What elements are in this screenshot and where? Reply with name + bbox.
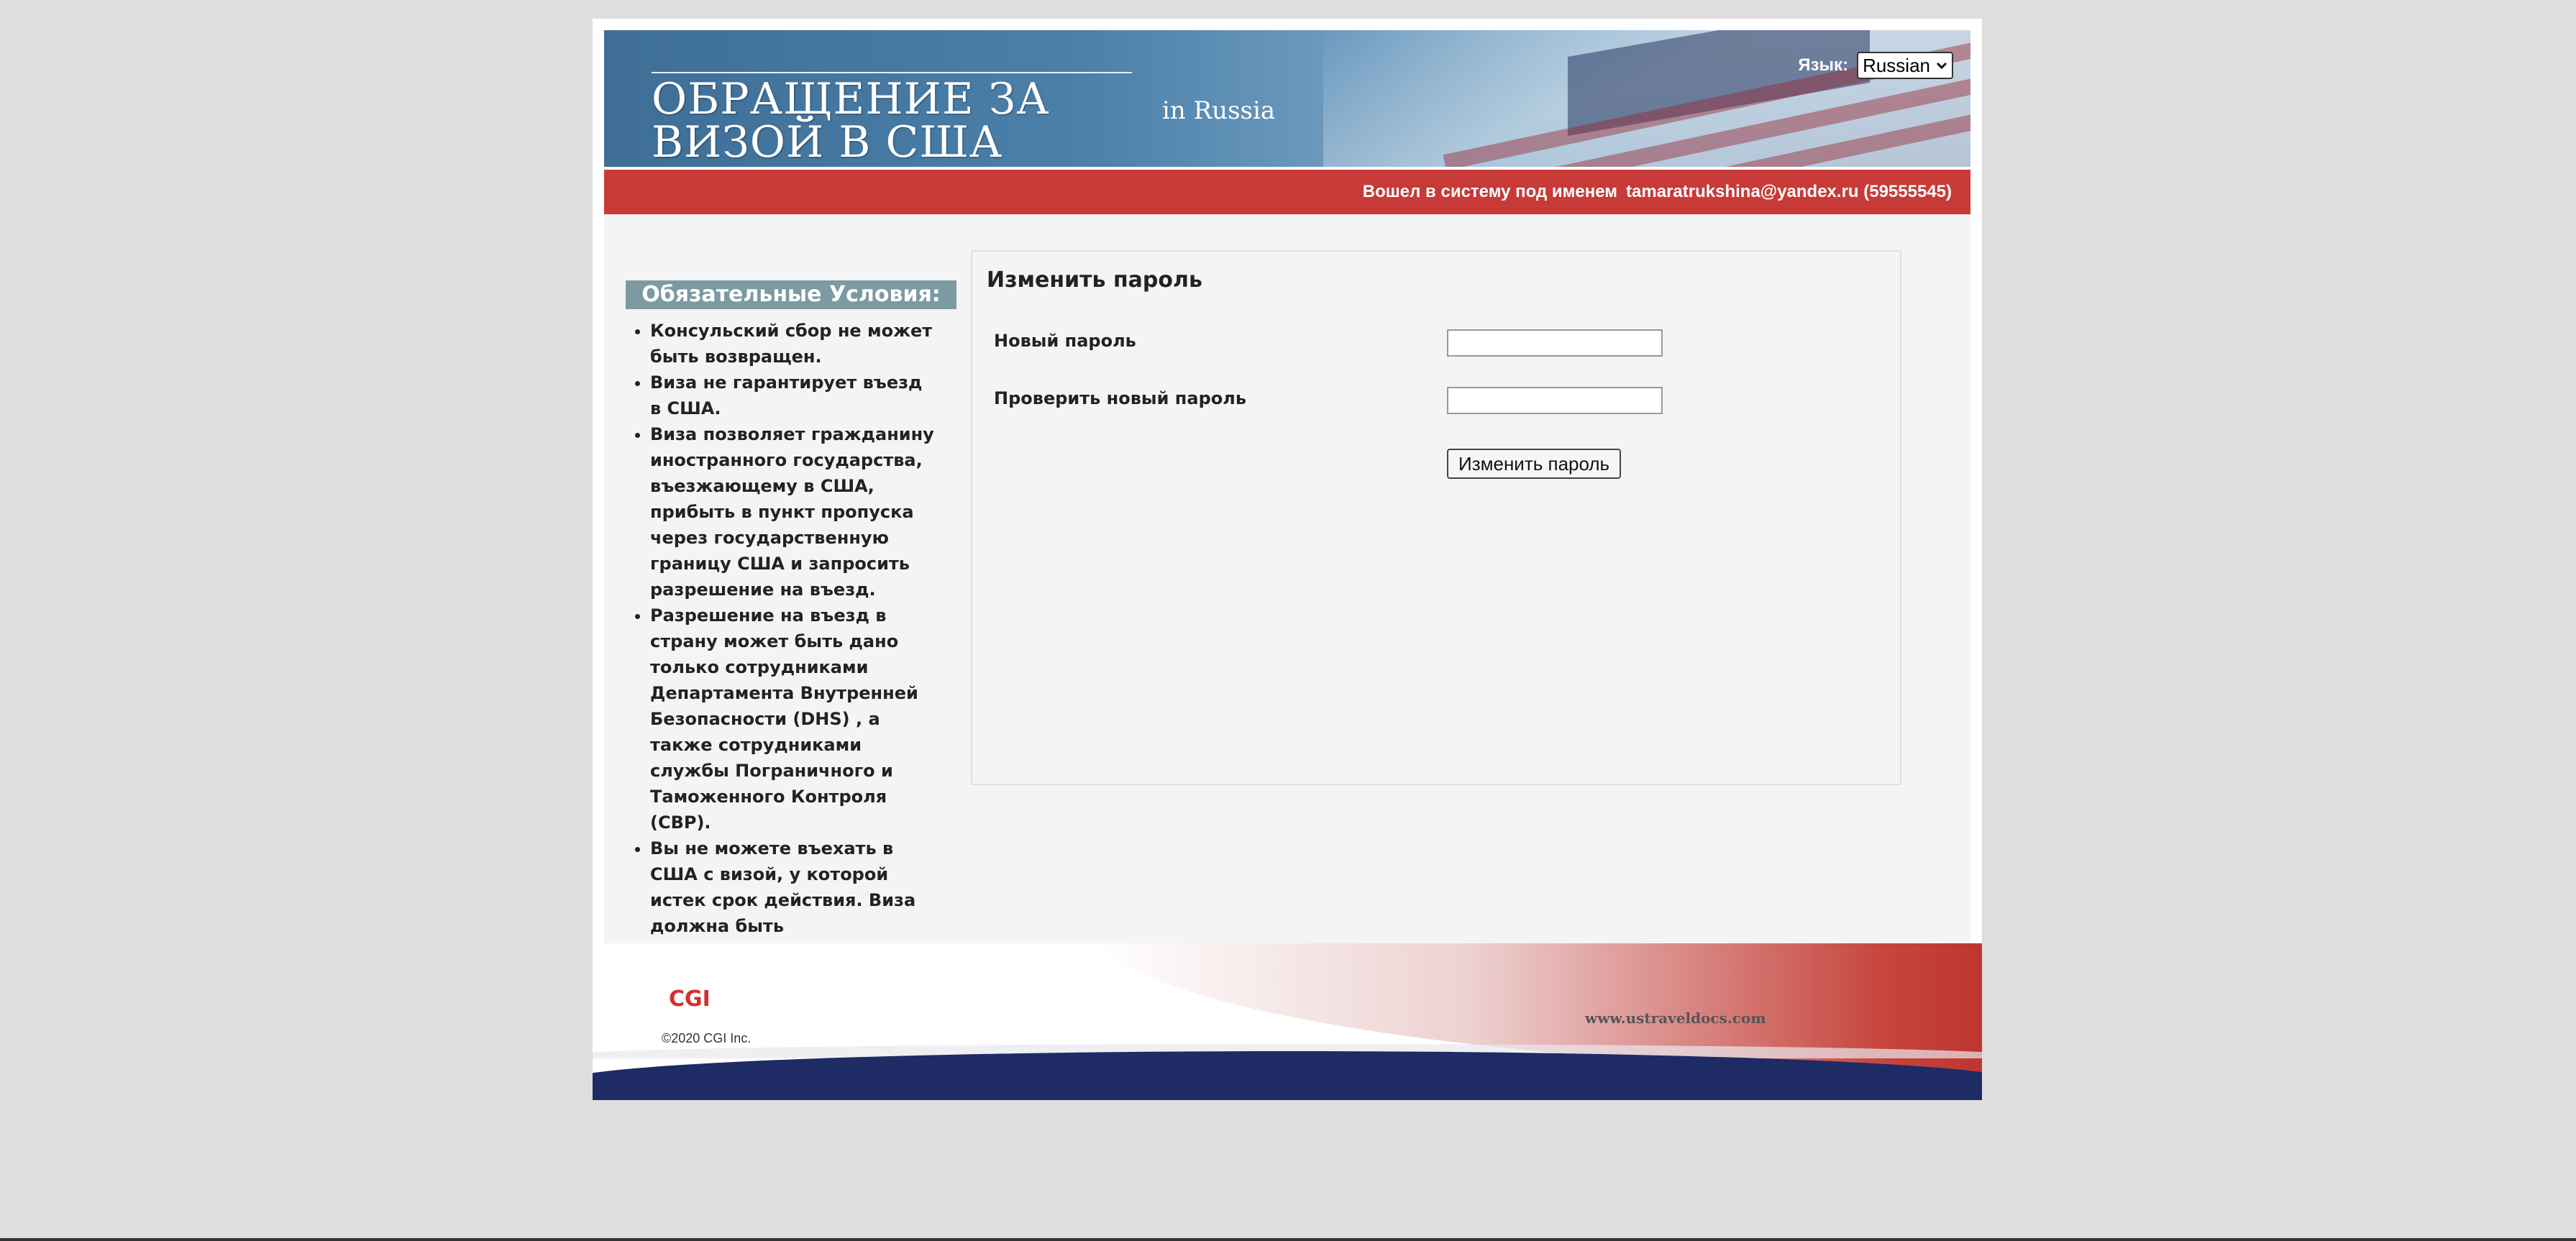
site-title-line1: ОБРАЩЕНИЕ ЗА bbox=[652, 74, 1050, 124]
requirements-title: Обязательные Условия: bbox=[626, 280, 956, 309]
copyright: ©2020 CGI Inc. bbox=[662, 1031, 752, 1045]
site-title-line2: ВИЗОЙ В США bbox=[652, 117, 1003, 167]
header-banner: ОБРАЩЕНИЕ ЗА ВИЗОЙ В США in Russia Язык:… bbox=[604, 30, 1970, 167]
list-item: Консульский сбор не может быть возвращен… bbox=[650, 318, 956, 370]
language-selector: Язык: Russian bbox=[1798, 52, 1953, 79]
new-password-field[interactable] bbox=[1447, 329, 1663, 357]
logged-in-user: tamaratrukshina@yandex.ru (59555545) bbox=[1626, 182, 1952, 201]
footer-wave bbox=[593, 1051, 1982, 1100]
page-container: ОБРАЩЕНИЕ ЗА ВИЗОЙ В США in Russia Язык:… bbox=[593, 19, 1982, 1100]
new-password-label: Новый пароль bbox=[994, 331, 1136, 351]
cgi-logo[interactable]: CGI bbox=[669, 986, 711, 1012]
footer: CGI ©2020 CGI Inc. www.ustraveldocs.com bbox=[593, 943, 1982, 1100]
language-select-value: Russian bbox=[1863, 54, 1930, 76]
logged-in-label: Вошел в систему под именем bbox=[1362, 182, 1618, 201]
requirements-box: Обязательные Условия: Консульский сбор н… bbox=[626, 280, 956, 991]
site-title: ОБРАЩЕНИЕ ЗА ВИЗОЙ В США bbox=[652, 78, 1050, 164]
site-url[interactable]: www.ustraveldocs.com bbox=[1585, 1009, 1766, 1027]
login-status-bar: Вошел в систему под именем tamaratrukshi… bbox=[604, 170, 1970, 214]
title-rule bbox=[652, 72, 1132, 73]
country-label: in Russia bbox=[1162, 96, 1276, 125]
confirm-password-field[interactable] bbox=[1447, 387, 1663, 414]
list-item: Виза позволяет гражданину иностранного г… bbox=[650, 421, 956, 603]
language-select[interactable]: Russian bbox=[1857, 52, 1953, 79]
language-label: Язык: bbox=[1798, 55, 1849, 75]
change-password-button[interactable]: Изменить пароль bbox=[1447, 449, 1622, 479]
main-content: Обязательные Условия: Консульский сбор н… bbox=[604, 214, 1970, 988]
panel-heading: Изменить пароль bbox=[987, 267, 1202, 293]
chevron-down-icon bbox=[1936, 62, 1947, 70]
list-item: Виза не гарантирует въезд в США. bbox=[650, 370, 956, 421]
change-password-panel: Изменить пароль Новый пароль Проверить н… bbox=[971, 250, 1901, 785]
requirements-list: Консульский сбор не может быть возвращен… bbox=[631, 318, 956, 991]
list-item: Разрешение на въезд в страну может быть … bbox=[650, 603, 956, 835]
window-bottom-edge bbox=[0, 1238, 2576, 1241]
confirm-password-label: Проверить новый пароль bbox=[994, 388, 1246, 408]
